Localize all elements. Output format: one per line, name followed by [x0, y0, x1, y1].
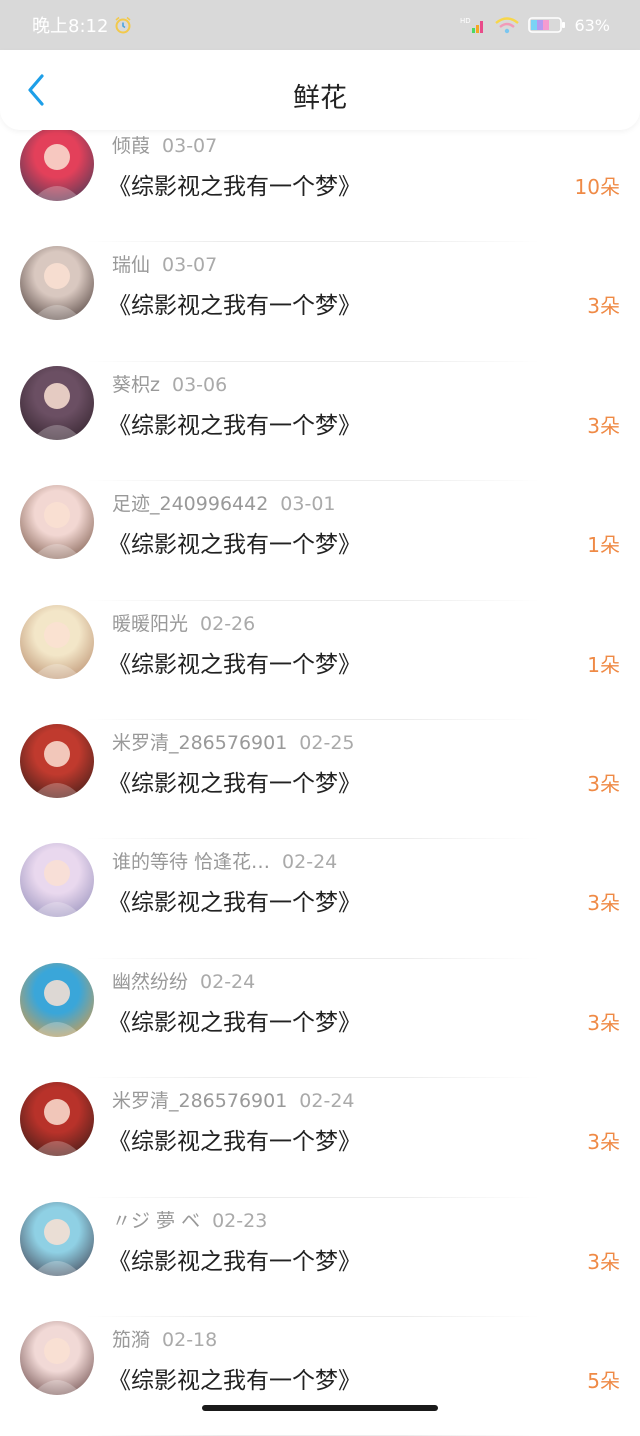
item-meta: 暖暖阳光 02-26 [112, 609, 255, 636]
flower-count: 3朵 [587, 1249, 620, 1274]
item-meta: 米罗清_286576901 02-24 [112, 1086, 355, 1113]
item-meta: 葵枳z 03-06 [112, 370, 227, 397]
list-item[interactable]: 暖暖阳光 02-26 《综影视之我有一个梦》 1朵 [0, 601, 640, 720]
book-title: 《综影视之我有一个梦》 [108, 412, 361, 439]
wifi-icon [495, 17, 520, 34]
item-date: 03-07 [162, 254, 218, 277]
item-date: 03-07 [162, 135, 218, 157]
avatar[interactable] [20, 485, 94, 560]
user-name[interactable]: 暖暖阳光 [112, 613, 188, 635]
user-name[interactable]: 瑞仙 [112, 254, 150, 276]
flower-count: 1朵 [587, 533, 620, 558]
item-meta: 谁的等待 恰逢花… 02-24 [112, 847, 337, 874]
item-meta: 幽然纷纷 02-24 [112, 967, 255, 994]
list-item[interactable]: 米罗清_286576901 02-25 《综影视之我有一个梦》 3朵 [0, 720, 640, 840]
item-date: 03-01 [280, 493, 336, 516]
list-item[interactable]: 足迹_240996442 03-01 《综影视之我有一个梦》 1朵 [0, 481, 640, 601]
item-meta: 米罗清_286576901 02-25 [112, 728, 355, 755]
flower-count: 10朵 [574, 175, 620, 199]
item-date: 02-18 [162, 1328, 218, 1351]
avatar[interactable] [20, 962, 94, 1037]
list-item[interactable]: 葵枳z 03-06 《综影视之我有一个梦》 3朵 [0, 362, 640, 482]
book-title: 《综影视之我有一个梦》 [108, 770, 361, 797]
book-title: 《综影视之我有一个梦》 [108, 890, 361, 917]
book-title: 《综影视之我有一个梦》 [108, 532, 361, 559]
book-title: 《综影视之我有一个梦》 [108, 293, 361, 320]
item-date: 03-06 [171, 373, 228, 396]
svg-text:HD: HD [460, 17, 471, 25]
list-item[interactable]: 米罗清_286576901 02-24 《综影视之我有一个梦》 3朵 [0, 1078, 640, 1198]
user-name[interactable]: 笳漪 [112, 1329, 150, 1351]
book-title: 《综影视之我有一个梦》 [108, 1129, 361, 1156]
user-name[interactable]: 米罗清_286576901 [112, 732, 287, 754]
flower-count: 1朵 [587, 652, 620, 677]
user-name[interactable]: 谁的等待 恰逢花… [112, 851, 270, 873]
flower-count: 3朵 [587, 1010, 620, 1035]
avatar[interactable] [20, 1320, 94, 1395]
user-name[interactable]: 倾葭 [112, 135, 150, 157]
book-title: 《综影视之我有一个梦》 [108, 1248, 361, 1275]
item-date: 02-24 [282, 851, 338, 874]
book-title: 《综影视之我有一个梦》 [108, 1367, 361, 1394]
flower-count: 3朵 [587, 294, 620, 319]
signal-icon: HD [460, 17, 484, 33]
item-meta: 倾葭 03-07 [112, 131, 217, 158]
status-bar: 晚上8:12 HD 63% [0, 0, 640, 50]
flower-count: 3朵 [587, 1130, 620, 1155]
item-date: 02-24 [299, 1090, 355, 1113]
nav-header: 鲜花 [0, 50, 640, 130]
book-title: 《综影视之我有一个梦》 [108, 1009, 361, 1036]
avatar[interactable] [20, 843, 94, 918]
avatar[interactable] [20, 365, 94, 440]
list-item[interactable]: 幽然纷纷 02-24 《综影视之我有一个梦》 3朵 [0, 959, 640, 1079]
status-time: 晚上8:12 [32, 16, 109, 37]
flower-count: 3朵 [587, 771, 620, 796]
avatar[interactable] [20, 723, 94, 798]
item-date: 02-26 [200, 612, 256, 635]
flower-list: 倾葭 03-07 《综影视之我有一个梦》 10朵瑞仙 03-07 《综影视之我有一个梦》 3… [0, 123, 640, 1436]
list-item[interactable]: 〃ジ 夢 ベ 02-23 《综影视之我有一个梦》 3朵 [0, 1198, 640, 1317]
avatar[interactable] [20, 1082, 94, 1157]
item-date: 02-25 [299, 731, 355, 754]
item-date: 02-24 [200, 970, 256, 993]
list-item[interactable]: 瑞仙 03-07 《综影视之我有一个梦》 3朵 [0, 242, 640, 362]
user-name[interactable]: 幽然纷纷 [112, 971, 188, 993]
avatar[interactable] [20, 604, 94, 679]
book-title: 《综影视之我有一个梦》 [108, 174, 361, 200]
battery-icon [528, 17, 566, 33]
avatar[interactable] [20, 1201, 94, 1276]
flower-count: 3朵 [587, 413, 620, 438]
flower-count: 3朵 [587, 891, 620, 916]
list-item[interactable]: 笳漪 02-18 《综影视之我有一个梦》 5朵 [0, 1317, 640, 1436]
user-name[interactable]: 米罗清_286576901 [112, 1090, 287, 1112]
status-right: HD 63% [460, 16, 610, 35]
item-date: 02-23 [212, 1209, 268, 1232]
user-name[interactable]: 葵枳z [112, 374, 160, 396]
alarm-icon [115, 16, 131, 34]
flower-count: 5朵 [587, 1368, 620, 1393]
item-meta: 足迹_240996442 03-01 [112, 489, 336, 516]
list-item[interactable]: 谁的等待 恰逢花… 02-24 《综影视之我有一个梦》 3朵 [0, 839, 640, 959]
item-meta: 〃ジ 夢 ベ 02-23 [112, 1206, 267, 1233]
avatar[interactable] [20, 246, 94, 321]
item-meta: 笳漪 02-18 [112, 1325, 217, 1352]
avatar[interactable] [20, 127, 94, 201]
list-item[interactable]: 倾葭 03-07 《综影视之我有一个梦》 10朵 [0, 123, 640, 243]
status-left: 晚上8:12 [32, 12, 132, 38]
page-title: 鲜花 [293, 83, 347, 114]
user-name[interactable]: 足迹_240996442 [112, 493, 268, 515]
book-title: 《综影视之我有一个梦》 [108, 651, 361, 678]
user-name[interactable]: 〃ジ 夢 ベ [112, 1210, 200, 1232]
battery-percentage: 63% [574, 15, 610, 35]
item-meta: 瑞仙 03-07 [112, 250, 217, 277]
home-indicator[interactable] [202, 1405, 438, 1411]
